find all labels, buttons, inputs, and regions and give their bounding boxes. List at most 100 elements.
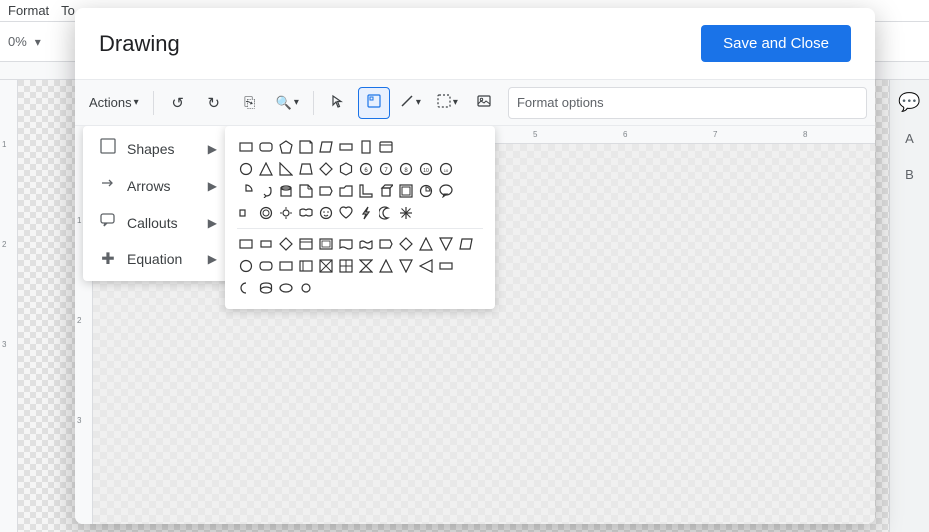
shape-flow-crescent[interactable] bbox=[237, 279, 255, 297]
shape-flow-tri-left[interactable] bbox=[417, 257, 435, 275]
shape-circle-7[interactable]: 7 bbox=[377, 160, 395, 178]
zoom-chevron[interactable]: ▾ bbox=[35, 35, 41, 49]
shape-flow-wide-rect[interactable] bbox=[437, 257, 455, 275]
shape-flow-tri-up[interactable] bbox=[377, 257, 395, 275]
select-tool-button[interactable] bbox=[322, 87, 354, 119]
side-icon-a[interactable]: A bbox=[896, 124, 924, 152]
shapes-submenu: 6 7 8 10 10 bbox=[225, 126, 495, 309]
actions-button[interactable]: Actions ▾ bbox=[83, 87, 145, 119]
shape-folded[interactable] bbox=[297, 138, 315, 156]
svg-text:8: 8 bbox=[404, 168, 408, 174]
shape-sun[interactable] bbox=[277, 204, 295, 222]
arrows-label: Arrows bbox=[127, 178, 171, 194]
shape-flow-arrow-rect[interactable] bbox=[377, 235, 395, 253]
shape-flow-tape[interactable] bbox=[337, 235, 355, 253]
zoom-level[interactable]: 0% bbox=[8, 34, 27, 49]
shape-flow-parallelogram[interactable] bbox=[457, 235, 475, 253]
shape-ring[interactable] bbox=[257, 204, 275, 222]
side-icon-b[interactable]: B bbox=[896, 160, 924, 188]
shape-frame[interactable] bbox=[397, 182, 415, 200]
shape-flow-inv-triangle[interactable] bbox=[437, 235, 455, 253]
undo-button[interactable]: ↺ bbox=[162, 87, 194, 119]
shape-flow-rect2[interactable] bbox=[297, 235, 315, 253]
shape-moon[interactable] bbox=[377, 204, 395, 222]
h-ruler-8: 8 bbox=[803, 130, 807, 139]
shape-hexagon[interactable] bbox=[337, 160, 355, 178]
shape-flow-rect3[interactable] bbox=[277, 257, 295, 275]
shape-flow-circle[interactable] bbox=[237, 257, 255, 275]
shape-right-triangle[interactable] bbox=[277, 160, 295, 178]
shape-cylinder[interactable] bbox=[277, 182, 295, 200]
image-tool-button[interactable] bbox=[468, 87, 500, 119]
shapes-tool-button[interactable] bbox=[358, 87, 390, 119]
shape-flow-wave[interactable] bbox=[357, 235, 375, 253]
arrows-menu-item[interactable]: Arrows ▶ bbox=[83, 167, 233, 204]
shape-pie-slice[interactable] bbox=[237, 182, 255, 200]
shape-flow-diamond[interactable] bbox=[277, 235, 295, 253]
shape-circle-10b[interactable]: 10 bbox=[437, 160, 455, 178]
shape-circle-10a[interactable]: 10 bbox=[417, 160, 435, 178]
shape-smiley[interactable] bbox=[317, 204, 335, 222]
shape-cube[interactable] bbox=[377, 182, 395, 200]
redo-icon: ↻ bbox=[207, 94, 220, 112]
toolbar-separator-1 bbox=[153, 91, 154, 115]
shape-flow-rect[interactable] bbox=[237, 235, 255, 253]
menu-format[interactable]: Format bbox=[8, 3, 49, 18]
menu-to[interactable]: To bbox=[61, 3, 75, 18]
shape-curved-arrow[interactable] bbox=[257, 182, 275, 200]
shape-flow-plus[interactable] bbox=[337, 257, 355, 275]
shape-circle-6[interactable]: 6 bbox=[357, 160, 375, 178]
shape-diamond[interactable] bbox=[317, 160, 335, 178]
shape-pentagon[interactable] bbox=[277, 138, 295, 156]
comment-icon[interactable]: 💬 bbox=[896, 88, 924, 116]
shape-flow-tri-down[interactable] bbox=[397, 257, 415, 275]
shape-flow-doubled[interactable] bbox=[317, 235, 335, 253]
shape-brace-rect[interactable] bbox=[377, 138, 395, 156]
shape-flow-small-circle[interactable] bbox=[297, 279, 315, 297]
shape-lightning[interactable] bbox=[357, 204, 375, 222]
shapes-row-5 bbox=[237, 235, 483, 253]
shape-trapezoid[interactable] bbox=[297, 160, 315, 178]
shape-heart[interactable] bbox=[337, 204, 355, 222]
shapes-chevron-icon: ▶ bbox=[208, 142, 217, 156]
shape-flow-stadium[interactable] bbox=[257, 257, 275, 275]
format-options-label: Format options bbox=[517, 95, 604, 110]
shape-triangle[interactable] bbox=[257, 160, 275, 178]
shapes-menu-item[interactable]: Shapes ▶ bbox=[83, 130, 233, 167]
shape-rectangle[interactable] bbox=[237, 138, 255, 156]
shape-ribbon[interactable] bbox=[297, 204, 315, 222]
select-box-button[interactable]: ▾ bbox=[431, 87, 464, 119]
shape-parallelogram[interactable] bbox=[317, 138, 335, 156]
shape-tall-rect[interactable] bbox=[357, 138, 375, 156]
shape-tab[interactable] bbox=[337, 182, 355, 200]
shape-snowflake[interactable] bbox=[397, 204, 415, 222]
toolbar-separator-2 bbox=[313, 91, 314, 115]
shape-wide-rect[interactable] bbox=[337, 138, 355, 156]
redo-button[interactable]: ↻ bbox=[198, 87, 230, 119]
equation-menu-item[interactable]: ✚ Equation ▶ bbox=[83, 241, 233, 277]
shape-flow-rect4[interactable] bbox=[297, 257, 315, 275]
format-options-field: Format options bbox=[508, 87, 867, 119]
shape-doc[interactable] bbox=[297, 182, 315, 200]
shape-circle-arrow[interactable] bbox=[417, 182, 435, 200]
zoom-button[interactable]: 🔍 ▾ bbox=[270, 87, 305, 119]
shape-flow-rtriangle[interactable] bbox=[417, 235, 435, 253]
shape-flow-smlrect[interactable] bbox=[257, 235, 275, 253]
line-tool-button[interactable]: ▾ bbox=[394, 87, 427, 119]
shape-rounded-rect[interactable] bbox=[257, 138, 275, 156]
shape-flow-ring[interactable] bbox=[257, 279, 275, 297]
save-close-button[interactable]: Save and Close bbox=[701, 25, 851, 62]
shape-step[interactable] bbox=[317, 182, 335, 200]
shape-flow-crossed[interactable] bbox=[317, 257, 335, 275]
shape-small-rect[interactable] bbox=[237, 204, 255, 222]
shape-half-frame[interactable] bbox=[357, 182, 375, 200]
shape-circle-8[interactable]: 8 bbox=[397, 160, 415, 178]
shape-flow-hourglass[interactable] bbox=[357, 257, 375, 275]
copy-format-button[interactable]: ⎘ bbox=[234, 87, 266, 119]
shape-circle[interactable] bbox=[237, 160, 255, 178]
callouts-menu-item[interactable]: Callouts ▶ bbox=[83, 204, 233, 241]
shape-speech[interactable] bbox=[437, 182, 455, 200]
shape-flow-ellipse[interactable] bbox=[277, 279, 295, 297]
drawing-dialog: Drawing Save and Close Actions ▾ ↺ ↻ ⎘ 🔍… bbox=[75, 8, 875, 524]
shape-flow-diamond2[interactable] bbox=[397, 235, 415, 253]
